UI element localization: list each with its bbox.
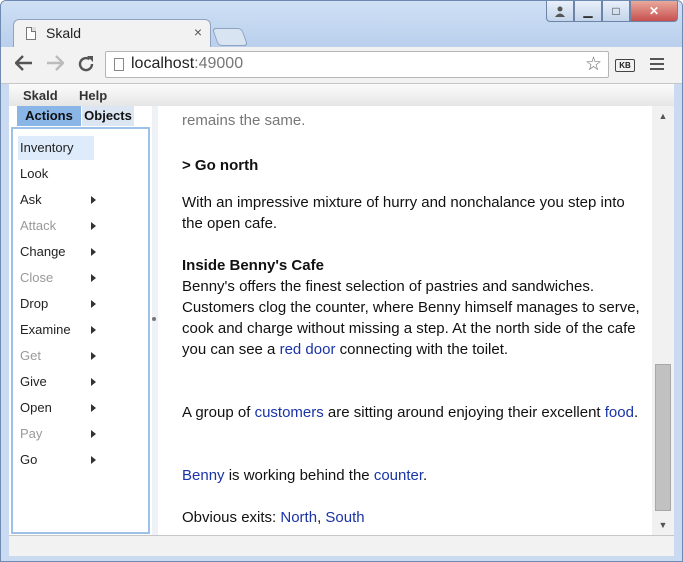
action-attack[interactable]: Attack (18, 214, 96, 238)
browser-toolbar: localhost:49000 ☆ KB (1, 47, 682, 84)
close-window-button[interactable]: ✕ (630, 1, 678, 22)
scroll-up-arrow-icon[interactable]: ▲ (652, 106, 674, 126)
action-change[interactable]: Change (18, 240, 96, 264)
link-benny[interactable]: Benny (182, 467, 225, 484)
story-pane: remains the same. > Go north With an imp… (158, 106, 652, 535)
submenu-arrow-icon (91, 404, 96, 412)
submenu-arrow-icon (91, 326, 96, 334)
browser-window: Skald × ▁ □ ✕ localhost:49000 ☆ KB Skald… (0, 0, 683, 562)
page-favicon-icon (26, 27, 36, 40)
tab-actions[interactable]: Actions (17, 106, 81, 126)
menu-skald[interactable]: Skald (23, 88, 58, 103)
tab-objects[interactable]: Objects (82, 106, 134, 126)
benny-paragraph: Benny is working behind the counter. (182, 467, 428, 484)
customers-paragraph: A group of customers are sitting around … (182, 404, 639, 421)
action-give[interactable]: Give (18, 370, 96, 394)
story-scrollbar[interactable]: ▲ ▼ (652, 106, 674, 535)
submenu-arrow-icon (91, 248, 96, 256)
reload-icon[interactable] (76, 55, 96, 75)
scrollbar-thumb[interactable] (655, 364, 671, 511)
action-close[interactable]: Close (18, 266, 96, 290)
title-bar: Skald × ▁ □ ✕ (1, 1, 682, 47)
page-icon (114, 58, 124, 71)
browser-tab[interactable]: Skald × (13, 19, 211, 47)
submenu-arrow-icon (91, 300, 96, 308)
user-icon[interactable] (546, 1, 574, 22)
keyboard-extension-icon[interactable]: KB (615, 59, 635, 72)
window-controls: ▁ □ ✕ (546, 1, 678, 23)
link-red-door[interactable]: red door (280, 341, 336, 358)
action-pay[interactable]: Pay (18, 422, 96, 446)
splitter-grip-icon (152, 317, 156, 321)
submenu-arrow-icon (91, 352, 96, 360)
url-text: localhost:49000 (131, 55, 244, 72)
submenu-arrow-icon (91, 430, 96, 438)
action-examine[interactable]: Examine (18, 318, 96, 342)
tab-close-icon[interactable]: × (194, 24, 202, 40)
address-bar[interactable]: localhost:49000 ☆ (105, 51, 609, 78)
action-drop[interactable]: Drop (18, 292, 96, 316)
action-get[interactable]: Get (18, 344, 96, 368)
app-menu-bar: Skald Help (9, 84, 674, 107)
submenu-arrow-icon (91, 196, 96, 204)
submenu-arrow-icon (91, 456, 96, 464)
menu-help[interactable]: Help (79, 88, 107, 103)
room-title: Inside Benny's Cafe (182, 257, 324, 274)
link-food[interactable]: food (605, 404, 634, 421)
back-arrow-icon[interactable] (14, 55, 34, 75)
previous-text: remains the same. (182, 112, 306, 129)
tab-title: Skald (46, 25, 82, 41)
actions-list: Inventory Look Ask Attack Change Close D… (11, 127, 150, 534)
action-look[interactable]: Look (18, 162, 94, 186)
link-north[interactable]: North (280, 509, 317, 526)
bookmark-star-icon[interactable]: ☆ (585, 53, 602, 76)
room-description: Benny's offers the finest selection of p… (182, 278, 640, 358)
action-go[interactable]: Go (18, 448, 96, 472)
action-ask[interactable]: Ask (18, 188, 96, 212)
maximize-button[interactable]: □ (602, 1, 630, 22)
action-open[interactable]: Open (18, 396, 96, 420)
link-customers[interactable]: customers (255, 404, 324, 421)
minimize-button[interactable]: ▁ (574, 1, 602, 22)
new-tab-button[interactable] (211, 28, 249, 46)
browser-menu-icon[interactable] (650, 58, 664, 73)
command-echo: > Go north (182, 157, 259, 174)
submenu-arrow-icon (91, 222, 96, 230)
scroll-down-arrow-icon[interactable]: ▼ (652, 515, 674, 535)
forward-arrow-icon[interactable] (45, 55, 65, 75)
action-inventory[interactable]: Inventory (18, 136, 94, 160)
link-south[interactable]: South (325, 509, 364, 526)
left-panel: Actions Objects Inventory Look Ask Attac… (9, 106, 152, 535)
exits-paragraph: Obvious exits: North, South (182, 509, 365, 526)
transition-text: With an impressive mixture of hurry and … (182, 194, 625, 232)
submenu-arrow-icon (91, 274, 96, 282)
link-counter[interactable]: counter (374, 467, 423, 484)
submenu-arrow-icon (91, 378, 96, 386)
status-bar (9, 535, 674, 556)
